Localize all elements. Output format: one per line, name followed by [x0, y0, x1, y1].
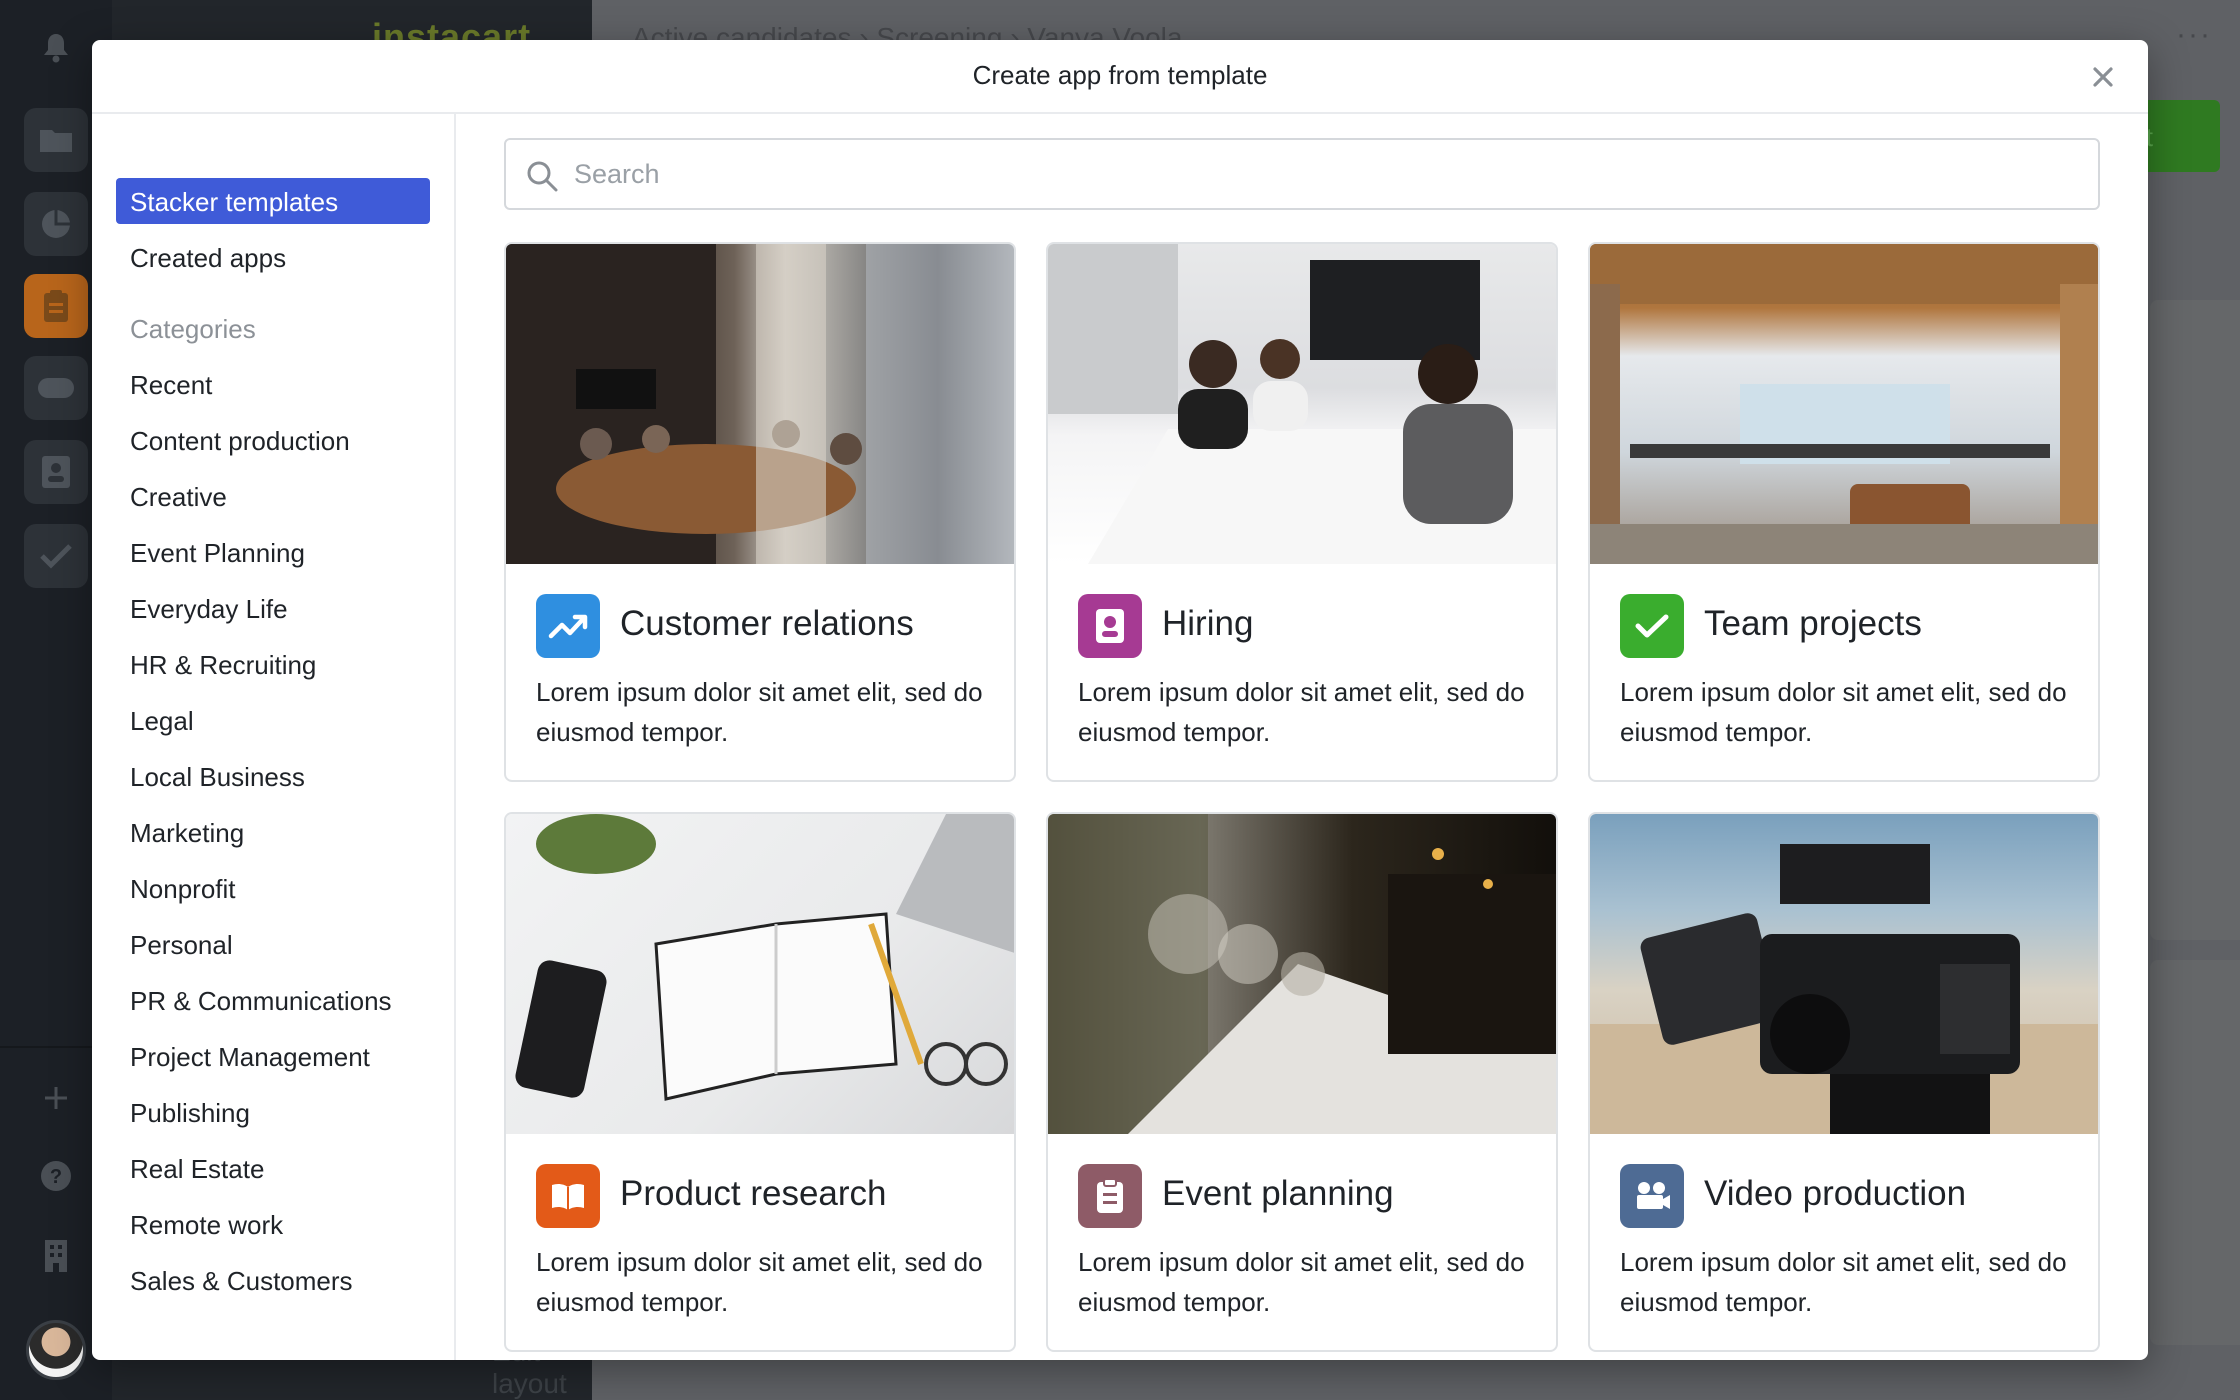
contact-card-icon [1078, 594, 1142, 658]
more-options-icon[interactable]: ··· [2176, 18, 2212, 52]
search-icon [527, 161, 558, 192]
template-description: Lorem ipsum dolor sit amet elit, sed do … [536, 677, 983, 747]
cinema-camera-image [1590, 814, 2098, 1134]
category-everyday-life[interactable]: Everyday Life [130, 594, 288, 625]
category-project-management[interactable]: Project Management [130, 1042, 370, 1073]
category-personal[interactable]: Personal [130, 930, 233, 961]
template-title: Hiring [1162, 604, 1254, 643]
close-button[interactable] [2086, 60, 2120, 94]
background-panel [2150, 960, 2240, 1345]
conference-room-image [506, 244, 1014, 564]
background-panel [2150, 300, 2240, 940]
create-app-modal: Create app from template Stacker templat… [92, 40, 2148, 1360]
template-card-team-projects[interactable]: Team projects Lorem ipsum dolor sit amet… [1588, 242, 2100, 782]
video-camera-icon [1620, 1164, 1684, 1228]
template-description: Lorem ipsum dolor sit amet elit, sed do … [536, 1247, 983, 1317]
category-local-business[interactable]: Local Business [130, 762, 305, 793]
search-input[interactable] [574, 154, 2074, 194]
category-hr-recruiting[interactable]: HR & Recruiting [130, 650, 316, 681]
template-card-product-research[interactable]: Product research Lorem ipsum dolor sit a… [504, 812, 1016, 1352]
building-icon[interactable] [36, 1236, 76, 1276]
clipboard-app-icon[interactable] [24, 274, 88, 338]
pie-chart-app-icon[interactable] [24, 192, 88, 256]
category-marketing[interactable]: Marketing [130, 818, 244, 849]
category-nonprofit[interactable]: Nonprofit [130, 874, 236, 905]
svg-text:?: ? [50, 1166, 62, 1188]
template-description: Lorem ipsum dolor sit amet elit, sed do … [1620, 1247, 2067, 1317]
template-card-video-production[interactable]: Video production Lorem ipsum dolor sit a… [1588, 812, 2100, 1352]
add-icon[interactable] [36, 1078, 76, 1118]
category-pr-communications[interactable]: PR & Communications [130, 986, 392, 1017]
template-description: Lorem ipsum dolor sit amet elit, sed do … [1078, 677, 1525, 747]
modal-title: Create app from template [972, 60, 1268, 90]
template-title: Customer relations [620, 604, 914, 643]
categories-heading: Categories [130, 314, 256, 344]
help-icon[interactable]: ? [36, 1156, 76, 1196]
template-title: Team projects [1704, 604, 1922, 643]
clipboard-icon [1078, 1164, 1142, 1228]
search-box [504, 138, 2100, 210]
checkmark-app-icon[interactable] [24, 524, 88, 588]
interview-meeting-image [1048, 244, 1556, 564]
open-book-icon [536, 1164, 600, 1228]
modal-header: Create app from template [92, 40, 2148, 114]
template-description: Lorem ipsum dolor sit amet elit, sed do … [1620, 677, 2067, 747]
folder-app-icon[interactable] [24, 108, 88, 172]
template-title: Event planning [1162, 1174, 1394, 1213]
close-icon [2093, 67, 2113, 87]
gamepad-app-icon[interactable] [24, 356, 88, 420]
contact-app-icon[interactable] [24, 440, 88, 504]
category-remote-work[interactable]: Remote work [130, 1210, 283, 1241]
category-content-production[interactable]: Content production [130, 426, 350, 457]
template-title: Product research [620, 1174, 887, 1213]
open-office-image [1590, 244, 2098, 564]
template-title: Video production [1704, 1174, 1967, 1213]
template-card-hiring[interactable]: Hiring Lorem ipsum dolor sit amet elit, … [1046, 242, 1558, 782]
category-sales-customers[interactable]: Sales & Customers [130, 1266, 353, 1297]
template-description: Lorem ipsum dolor sit amet elit, sed do … [1078, 1247, 1525, 1317]
notifications-bell-icon[interactable] [36, 28, 76, 68]
template-card-customer-relations[interactable]: Customer relations Lorem ipsum dolor sit… [504, 242, 1016, 782]
template-sidebar: Stacker templates Created apps Categorie… [92, 114, 456, 1360]
tab-stacker-templates[interactable]: Stacker templates [116, 178, 430, 224]
category-event-planning[interactable]: Event Planning [130, 538, 305, 569]
tab-created-apps[interactable]: Created apps [116, 234, 430, 280]
category-creative[interactable]: Creative [130, 482, 227, 513]
trend-up-icon [536, 594, 600, 658]
category-recent[interactable]: Recent [130, 370, 212, 401]
checkmark-icon [1620, 594, 1684, 658]
category-publishing[interactable]: Publishing [130, 1098, 250, 1129]
dinner-table-image [1048, 814, 1556, 1134]
user-avatar[interactable] [26, 1320, 86, 1380]
template-card-event-planning[interactable]: Event planning Lorem ipsum dolor sit ame… [1046, 812, 1558, 1352]
category-legal[interactable]: Legal [130, 706, 194, 737]
notebook-desk-image [506, 814, 1014, 1134]
category-real-estate[interactable]: Real Estate [130, 1154, 264, 1185]
